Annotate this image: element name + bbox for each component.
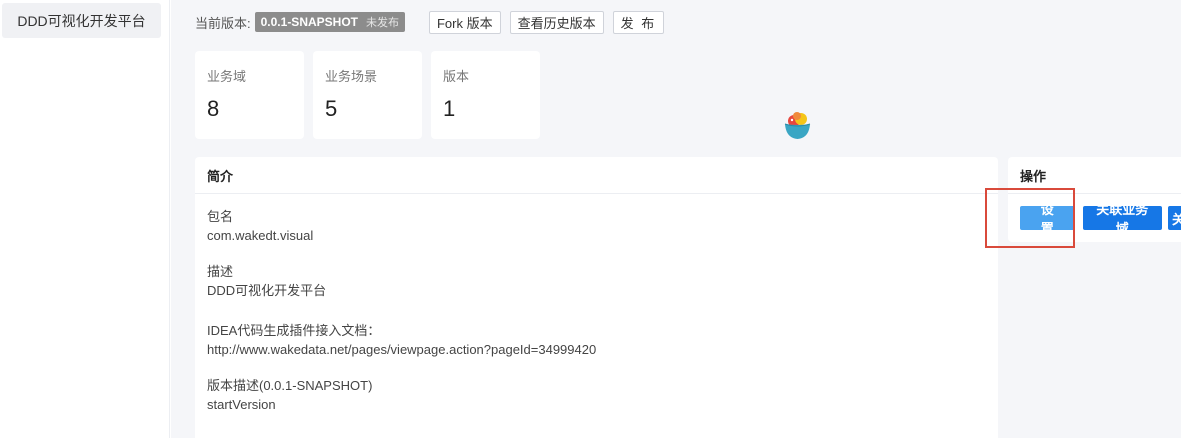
intro-title: 简介 (195, 157, 998, 194)
intro-panel: 简介 包名 com.wakedt.visual 描述 DDD可视化开发平台 ID… (195, 157, 998, 438)
version-description-field: 版本描述(0.0.1-SNAPSHOT) startVersion (207, 376, 372, 414)
stat-label: 版本 (443, 69, 470, 84)
operations-title: 操作 (1008, 157, 1181, 194)
stat-value: 5 (325, 96, 338, 121)
idea-plugin-doc-field: IDEA代码生成插件接入文档： http://www.wakedata.net/… (207, 321, 596, 359)
operations-panel: 操作 设 置 关联业务域 关 (1008, 157, 1181, 242)
field-label: IDEA代码生成插件接入文档： (207, 323, 381, 338)
field-label: 描述 (207, 264, 234, 279)
main-content: 当前版本: 0.0.1-SNAPSHOT 未发布 Fork 版本 查看历史版本 … (171, 0, 1181, 438)
publish-button[interactable]: 发 布 (612, 10, 665, 34)
fork-version-button[interactable]: Fork 版本 (428, 10, 501, 34)
stat-value: 1 (443, 96, 456, 121)
stat-card-scenarios: 业务场景 5 (313, 51, 422, 139)
version-bar: 当前版本: 0.0.1-SNAPSHOT 未发布 Fork 版本 查看历史版本 … (195, 10, 665, 34)
settings-button[interactable]: 设 置 (1020, 202, 1075, 236)
package-name-field: 包名 com.wakedt.visual (207, 207, 313, 245)
stat-card-domains: 业务域 8 (195, 51, 304, 139)
stat-card-versions: 版本 1 (431, 51, 540, 139)
version-status: 未发布 (365, 17, 399, 29)
version-number: 0.0.1-SNAPSHOT (260, 15, 358, 29)
stat-value: 8 (207, 96, 220, 121)
stat-label: 业务场景 (325, 69, 378, 84)
version-tag: 0.0.1-SNAPSHOT 未发布 (254, 12, 405, 32)
fruit-bowl-icon (784, 112, 811, 139)
sidebar-item-ddd-platform[interactable]: DDD可视化开发平台 (2, 3, 161, 38)
description-field: 描述 DDD可视化开发平台 (207, 262, 326, 300)
field-value: startVersion (207, 397, 276, 412)
sidebar: DDD可视化开发平台 (0, 0, 170, 438)
field-value: DDD可视化开发平台 (207, 283, 327, 298)
field-label: 包名 (207, 209, 234, 224)
more-operations-button[interactable]: 关 (1168, 206, 1181, 230)
stat-label: 业务域 (207, 69, 247, 84)
current-version-label: 当前版本: (195, 15, 251, 31)
operations-buttons: 设 置 关联业务域 关 (1020, 202, 1181, 236)
field-value: http://www.wakedata.net/pages/viewpage.a… (207, 342, 597, 357)
sidebar-item-label: DDD可视化开发平台 (17, 12, 146, 29)
field-value: com.wakedt.visual (207, 228, 314, 243)
field-label: 版本描述(0.0.1-SNAPSHOT) (207, 378, 373, 393)
view-history-button[interactable]: 查看历史版本 (509, 10, 604, 34)
link-domain-button[interactable]: 关联业务域 (1082, 202, 1162, 236)
